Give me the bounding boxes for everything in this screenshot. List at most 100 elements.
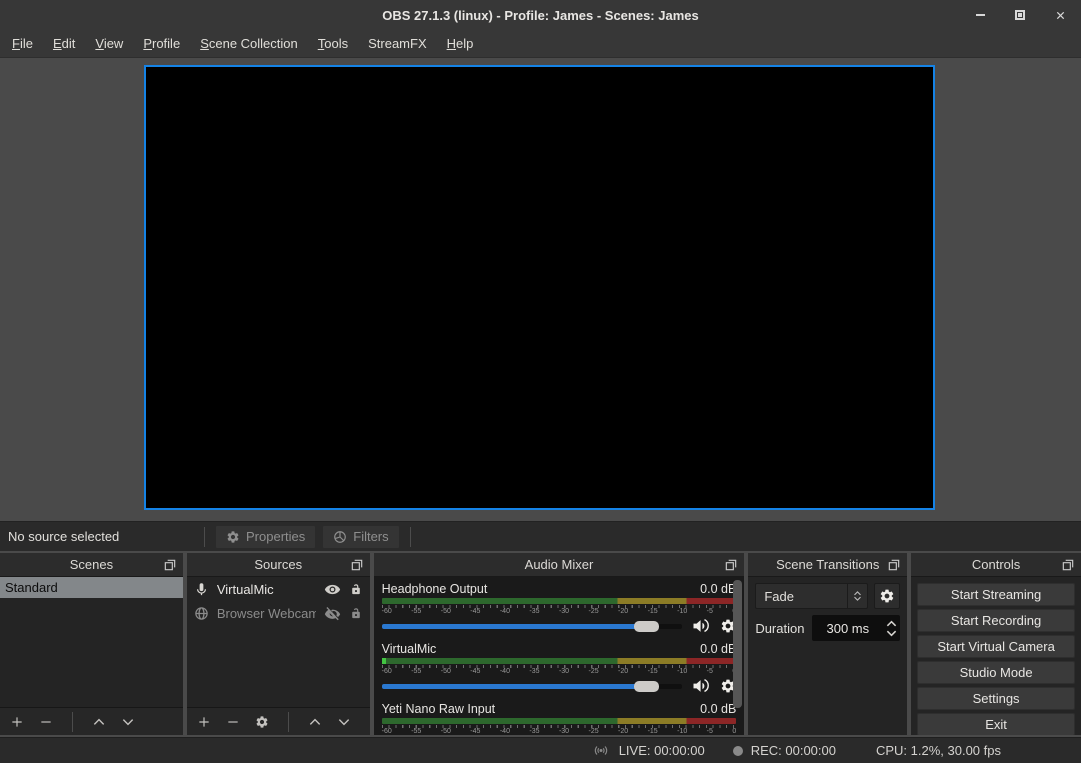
source-move-up-button[interactable] (308, 715, 322, 729)
scenes-title: Scenes (70, 557, 113, 572)
source-name: Browser Webcam (217, 606, 316, 621)
dock-panels: Scenes Standard Sources (0, 551, 1081, 737)
scene-move-down-button[interactable] (121, 715, 135, 729)
lock-icon[interactable] (349, 605, 363, 622)
menu-view[interactable]: View (85, 32, 133, 55)
lock-icon[interactable] (349, 581, 363, 598)
meter-tick-label: -10 (677, 668, 687, 675)
scene-item-standard[interactable]: Standard (0, 577, 183, 598)
meter-tick-labels: -60-55-50-45-40-35-30-25-20-15-10-50 (382, 665, 737, 675)
broadcast-icon (590, 743, 612, 758)
spin-down-button[interactable] (886, 630, 897, 637)
transition-properties-button[interactable] (874, 583, 900, 609)
speaker-icon[interactable] (691, 676, 711, 696)
scene-transitions-body: Fade Duration 300 ms (748, 577, 907, 735)
source-row-virtualmic[interactable]: VirtualMic (187, 577, 370, 601)
slider-handle[interactable] (634, 621, 659, 632)
remove-source-button[interactable] (226, 715, 240, 729)
popout-icon[interactable] (724, 558, 738, 572)
source-toolbar: No source selected Properties Filters (0, 521, 1081, 551)
start-virtual-camera-button[interactable]: Start Virtual Camera (917, 635, 1075, 658)
meter-tick-label: -60 (382, 608, 392, 615)
audio-mixer-title: Audio Mixer (525, 557, 594, 572)
spinbox-arrows (883, 615, 900, 641)
menu-streamfx[interactable]: StreamFX (358, 32, 437, 55)
start-streaming-button[interactable]: Start Streaming (917, 583, 1075, 606)
properties-button[interactable]: Properties (215, 525, 316, 549)
scene-move-up-button[interactable] (92, 715, 106, 729)
filters-button[interactable]: Filters (322, 525, 399, 549)
meter-tick-label: -55 (411, 608, 421, 615)
source-move-down-button[interactable] (337, 715, 351, 729)
scenes-toolbar (0, 707, 183, 735)
duration-label: Duration (755, 621, 804, 636)
filters-icon (333, 530, 347, 544)
menu-help[interactable]: Help (437, 32, 484, 55)
channel-db-value: 0.0 dB (700, 642, 736, 656)
speaker-icon[interactable] (691, 616, 711, 636)
popout-icon[interactable] (350, 558, 364, 572)
exit-button[interactable]: Exit (917, 713, 1075, 735)
meter-tick-label: -35 (529, 728, 539, 735)
meter-tick-labels: -60-55-50-45-40-35-30-25-20-15-10-50 (382, 605, 737, 615)
microphone-icon (194, 582, 209, 597)
menu-file[interactable]: File (2, 32, 43, 55)
controls-panel: Controls Start Streaming Start Recording… (911, 553, 1081, 735)
studio-mode-button[interactable]: Studio Mode (917, 661, 1075, 684)
meter-tick-label: -40 (500, 668, 510, 675)
duration-spinbox[interactable]: 300 ms (812, 615, 900, 641)
meter-tick-label: -45 (470, 728, 480, 735)
add-source-button[interactable] (197, 715, 211, 729)
popout-icon[interactable] (1061, 558, 1075, 572)
add-scene-button[interactable] (10, 715, 24, 729)
sources-panel: Sources VirtualMic Browser Webcam (187, 553, 370, 735)
meter-tick-label: -5 (707, 728, 713, 735)
spin-up-button[interactable] (886, 620, 897, 627)
close-icon (1055, 10, 1066, 21)
eye-icon[interactable] (324, 581, 341, 598)
sources-header: Sources (187, 553, 370, 577)
menu-scene-collection[interactable]: Scene Collection (190, 32, 308, 55)
start-recording-button[interactable]: Start Recording (917, 609, 1075, 632)
meter-tick-label: -20 (618, 728, 628, 735)
close-button[interactable] (1051, 6, 1069, 24)
meter-tick-label: -15 (648, 668, 658, 675)
volume-slider[interactable] (382, 681, 683, 692)
meter-tick-label: 0 (732, 728, 736, 735)
source-properties-button[interactable] (255, 715, 269, 729)
minimize-button[interactable] (971, 6, 989, 24)
mixer-channel-headphone-output: Headphone Output 0.0 dB -60-55-50-45-40-… (382, 581, 737, 635)
window-title: OBS 27.1.3 (linux) - Profile: James - Sc… (382, 8, 698, 23)
menu-tools[interactable]: Tools (308, 32, 358, 55)
settings-button[interactable]: Settings (917, 687, 1075, 710)
meter-tick-label: -5 (707, 608, 713, 615)
meter-tick-label: -40 (500, 728, 510, 735)
sources-toolbar (187, 707, 370, 735)
volume-slider[interactable] (382, 621, 683, 632)
gear-icon (226, 530, 240, 544)
maximize-button[interactable] (1011, 6, 1029, 24)
mixer-scrollbar[interactable] (733, 580, 742, 708)
eye-off-icon[interactable] (324, 605, 341, 622)
menu-profile[interactable]: Profile (133, 32, 190, 55)
controls-title: Controls (972, 557, 1020, 572)
menu-edit[interactable]: Edit (43, 32, 85, 55)
cpu-fps-stats: CPU: 1.2%, 30.00 fps (876, 743, 1001, 758)
source-row-browser-webcam[interactable]: Browser Webcam (187, 601, 370, 625)
meter-tick-label: -35 (529, 608, 539, 615)
remove-scene-button[interactable] (39, 715, 53, 729)
record-dot-icon (733, 746, 743, 756)
popout-icon[interactable] (163, 558, 177, 572)
meter-tick-label: -30 (559, 608, 569, 615)
mixer-channel-virtualmic: VirtualMic 0.0 dB -60-55-50-45-40-35-30-… (382, 641, 737, 695)
meter-tick-label: -5 (707, 668, 713, 675)
volume-meter (382, 718, 737, 724)
preview-canvas[interactable] (144, 65, 935, 510)
transition-select[interactable]: Fade (755, 583, 868, 609)
meter-tick-label: -10 (677, 728, 687, 735)
slider-handle[interactable] (634, 681, 659, 692)
popout-icon[interactable] (887, 558, 901, 572)
duration-value: 300 ms (812, 621, 883, 636)
meter-tick-label: -50 (441, 608, 451, 615)
window-controls (971, 0, 1069, 30)
